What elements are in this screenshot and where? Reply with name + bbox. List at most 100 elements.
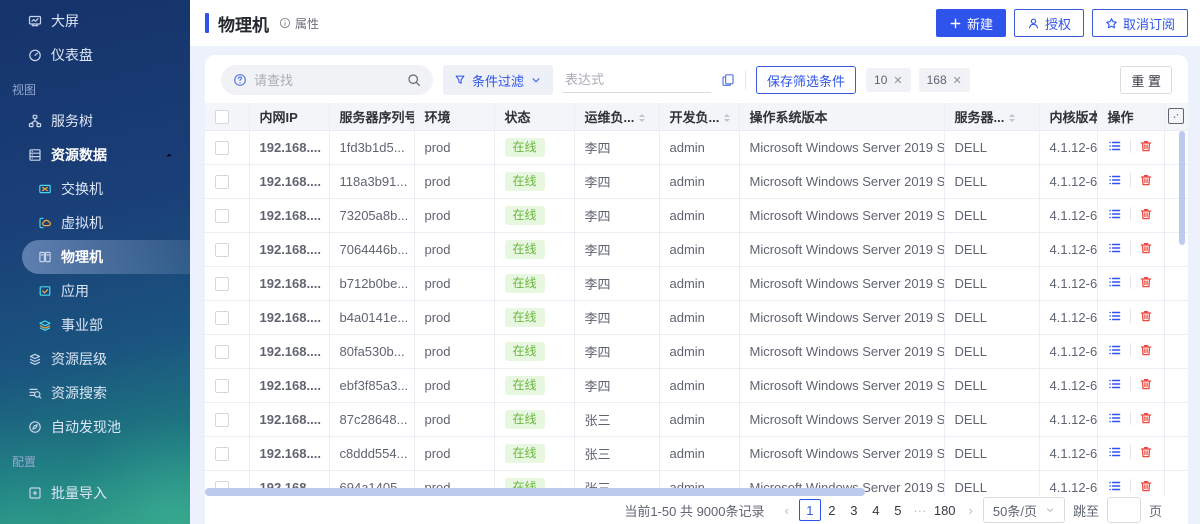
row-checkbox[interactable] — [215, 413, 229, 427]
filter-dropdown[interactable]: 条件过滤 — [443, 65, 553, 95]
column-header: 服务器序列号 — [329, 103, 414, 130]
cell-ip: 192.168.... — [249, 198, 329, 232]
sidebar-item-仪表盘[interactable]: 仪表盘 — [0, 38, 190, 72]
next-page-button[interactable]: › — [967, 503, 975, 518]
detail-list-icon[interactable] — [1108, 241, 1122, 255]
vertical-scrollbar[interactable] — [1179, 131, 1185, 245]
sidebar-item-服务树[interactable]: 服务树 — [0, 104, 190, 138]
search-input[interactable] — [254, 73, 400, 88]
page-number-180[interactable]: 180 — [931, 499, 959, 521]
cell-ip: 192.168.... — [249, 300, 329, 334]
row-checkbox[interactable] — [215, 311, 229, 325]
row-checkbox[interactable] — [215, 141, 229, 155]
filter-tag[interactable]: 168✕ — [919, 68, 970, 92]
cell-actions — [1097, 334, 1164, 368]
column-header: 状态 — [494, 103, 574, 130]
table-row: 192.168....b712b0be...prod在线李四adminMicro… — [205, 266, 1188, 300]
copy-icon[interactable] — [721, 73, 735, 87]
delete-icon[interactable] — [1139, 275, 1153, 289]
status-badge: 在线 — [505, 342, 545, 361]
authorize-button[interactable]: 授权 — [1014, 9, 1084, 37]
page-number-4[interactable]: 4 — [865, 499, 887, 521]
row-checkbox[interactable] — [215, 209, 229, 223]
status-badge: 在线 — [505, 138, 545, 157]
status-badge: 在线 — [505, 172, 545, 191]
sidebar-item-批量导入[interactable]: 批量导入 — [0, 476, 190, 510]
column-header: 操作 — [1097, 103, 1164, 130]
cell-kernel: 4.1.12-61 — [1039, 232, 1097, 266]
filter-tags: 10✕ 168✕ — [866, 68, 978, 92]
page-number-5[interactable]: 5 — [887, 499, 909, 521]
delete-icon[interactable] — [1139, 445, 1153, 459]
page-number-3[interactable]: 3 — [843, 499, 865, 521]
delete-icon[interactable] — [1139, 377, 1153, 391]
page-size-select[interactable]: 50条/页 — [983, 497, 1065, 523]
sort-icon[interactable] — [1009, 111, 1015, 125]
row-checkbox[interactable] — [215, 447, 229, 461]
sidebar-item-物理机[interactable]: 物理机 — [22, 240, 190, 274]
delete-icon[interactable] — [1139, 309, 1153, 323]
prev-page-button[interactable]: ‹ — [783, 503, 791, 518]
detail-list-icon[interactable] — [1108, 309, 1122, 323]
sidebar-item-交换机[interactable]: 交换机 — [0, 172, 190, 206]
unsubscribe-label: 取消订阅 — [1123, 14, 1175, 33]
close-icon[interactable]: ✕ — [893, 74, 902, 87]
jump-page-input[interactable] — [1107, 497, 1141, 523]
page-number-1[interactable]: 1 — [799, 499, 821, 521]
sidebar-item-label: 交换机 — [61, 179, 103, 199]
sidebar-item-应用[interactable]: 应用 — [0, 274, 190, 308]
row-checkbox[interactable] — [215, 175, 229, 189]
expression-input[interactable] — [563, 67, 711, 93]
sidebar-item-自动发现池[interactable]: 自动发现池 — [0, 410, 190, 444]
sidebar-item-资源层级[interactable]: 资源层级 — [0, 342, 190, 376]
detail-list-icon[interactable] — [1108, 343, 1122, 357]
cell-kernel: 4.1.12-61 — [1039, 402, 1097, 436]
sort-icon[interactable] — [724, 111, 730, 125]
detail-list-icon[interactable] — [1108, 173, 1122, 187]
cell-ops-owner: 李四 — [574, 232, 659, 266]
sidebar-item-虚拟机[interactable]: 虚拟机 — [0, 206, 190, 240]
create-button[interactable]: 新建 — [936, 9, 1006, 37]
column-settings-icon[interactable] — [1168, 108, 1184, 124]
delete-icon[interactable] — [1139, 343, 1153, 357]
save-filter-button[interactable]: 保存筛选条件 — [756, 66, 856, 94]
delete-icon[interactable] — [1139, 241, 1153, 255]
row-checkbox[interactable] — [215, 243, 229, 257]
delete-icon[interactable] — [1139, 139, 1153, 153]
sidebar-item-资源数据[interactable]: 资源数据 — [0, 138, 190, 172]
detail-list-icon[interactable] — [1108, 139, 1122, 153]
delete-icon[interactable] — [1139, 173, 1153, 187]
chevron-up-icon[interactable] — [164, 147, 174, 163]
sidebar-item-label: 应用 — [61, 281, 89, 301]
row-checkbox[interactable] — [215, 345, 229, 359]
sort-icon[interactable] — [639, 111, 645, 125]
page-number-2[interactable]: 2 — [821, 499, 843, 521]
sidebar-item-事业部[interactable]: 事业部 — [0, 308, 190, 342]
cell-env: prod — [414, 232, 494, 266]
unsubscribe-button[interactable]: 取消订阅 — [1092, 9, 1188, 37]
close-icon[interactable]: ✕ — [953, 74, 962, 87]
delete-icon[interactable] — [1139, 411, 1153, 425]
row-checkbox[interactable] — [215, 379, 229, 393]
detail-list-icon[interactable] — [1108, 445, 1122, 459]
detail-list-icon[interactable] — [1108, 479, 1122, 493]
detail-list-icon[interactable] — [1108, 411, 1122, 425]
filter-tag[interactable]: 10✕ — [866, 68, 911, 92]
detail-list-icon[interactable] — [1108, 377, 1122, 391]
cell-kernel: 4.1.12-61 — [1039, 266, 1097, 300]
cell-actions — [1097, 402, 1164, 436]
delete-icon[interactable] — [1139, 479, 1153, 493]
select-all-checkbox[interactable] — [215, 110, 229, 124]
sidebar-item-大屏[interactable]: 大屏 — [0, 4, 190, 38]
cell-vendor: DELL — [944, 300, 1039, 334]
sidebar-item-资源搜索[interactable]: 资源搜索 — [0, 376, 190, 410]
row-checkbox[interactable] — [215, 277, 229, 291]
search-icon[interactable] — [407, 73, 421, 87]
reset-button[interactable]: 重 置 — [1120, 66, 1172, 94]
horizontal-scrollbar[interactable] — [205, 488, 865, 496]
detail-list-icon[interactable] — [1108, 207, 1122, 221]
delete-icon[interactable] — [1139, 207, 1153, 221]
detail-list-icon[interactable] — [1108, 275, 1122, 289]
attributes-link[interactable]: 属性 — [279, 15, 319, 32]
cell-vendor: DELL — [944, 232, 1039, 266]
